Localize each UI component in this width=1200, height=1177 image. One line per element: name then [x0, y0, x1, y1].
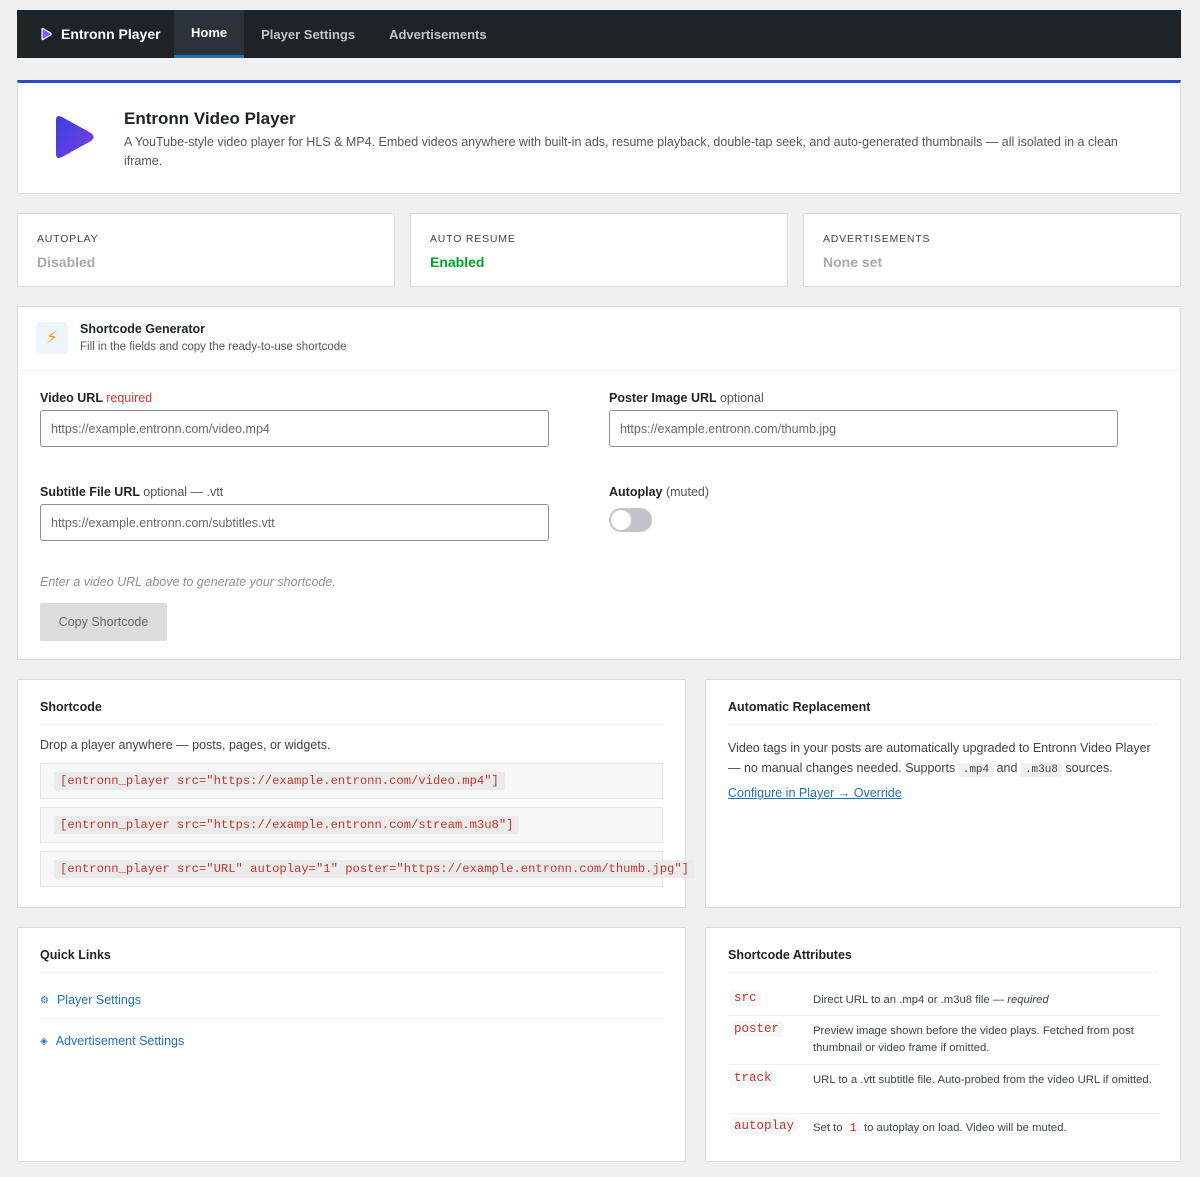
attribute-desc-text: to autoplay on load. Video will be muted…	[860, 1122, 1067, 1134]
shortcode-title: Shortcode	[40, 700, 102, 714]
video-url-input[interactable]	[40, 410, 549, 447]
subtitle-url-input[interactable]	[40, 504, 549, 541]
shortcode-example[interactable]: [entronn_player src="https://example.ent…	[40, 763, 663, 799]
play-logo-icon	[56, 116, 94, 158]
replacement-title: Automatic Replacement	[728, 700, 871, 714]
page-title: Entronn Video Player	[124, 109, 296, 128]
hero-card: Entronn Video Player A YouTube-style vid…	[17, 80, 1181, 194]
tab-home[interactable]: Home	[174, 10, 245, 58]
brand[interactable]: Entronn Player	[17, 10, 174, 58]
attribute-desc-text: Direct URL to an .mp4 or .m3u8 file —	[813, 994, 1008, 1006]
generator-header: ⚡ Shortcode Generator Fill in the fields…	[18, 307, 1180, 371]
quick-links-card: Quick Links ⚙ Player Settings ◈ Advertis…	[17, 927, 686, 1162]
attribute-name: track	[730, 1070, 776, 1086]
stat-advertisements: ADVERTISEMENTS None set	[803, 213, 1181, 287]
toggle-knob	[611, 510, 631, 530]
attribute-row: autoplay Set to 1 to autoplay on load. V…	[728, 1116, 1160, 1144]
stat-value: None set	[823, 254, 883, 270]
poster-url-input[interactable]	[609, 410, 1118, 447]
video-url-label-text: Video URL	[40, 391, 103, 405]
shortcode-example[interactable]: [entronn_player src="https://example.ent…	[40, 807, 663, 843]
copy-shortcode-button[interactable]: Copy Shortcode	[40, 603, 167, 641]
stat-value: Enabled	[430, 254, 485, 270]
attribute-name: poster	[730, 1021, 784, 1037]
replacement-text-part: sources.	[1061, 761, 1113, 775]
page-description: A YouTube-style video player for HLS & M…	[124, 135, 1118, 168]
shortcode-code: [entronn_player src="https://example.ent…	[54, 816, 520, 834]
quick-links-title: Quick Links	[40, 948, 111, 962]
brand-name: Entronn Player	[61, 26, 161, 42]
autoplay-label: Autoplay (muted)	[609, 485, 709, 499]
optional-note: optional	[719, 391, 764, 405]
attribute-row: poster Preview image shown before the vi…	[728, 1019, 1160, 1065]
poster-url-label: Poster Image URL optional	[609, 391, 764, 405]
shortcode-code: [entronn_player src="https://example.ent…	[54, 772, 505, 790]
tab-advertisements-label: Advertisements	[389, 26, 487, 42]
divider	[728, 972, 1158, 973]
shortcode-description: Drop a player anywhere — posts, pages, o…	[40, 738, 331, 752]
quick-link-player-settings[interactable]: ⚙ Player Settings	[40, 993, 141, 1007]
optional-note: optional — .vtt	[143, 485, 224, 499]
generator-hint: Enter a video URL above to generate your…	[40, 575, 336, 589]
shortcode-example[interactable]: [entronn_player src="URL" autoplay="1" p…	[40, 851, 695, 887]
muted-note: (muted)	[665, 485, 710, 499]
autoplay-toggle[interactable]	[609, 508, 652, 532]
quick-link-label: Advertisement Settings	[55, 1034, 185, 1048]
quick-link-advertisement-settings[interactable]: ◈ Advertisement Settings	[40, 1034, 184, 1048]
stat-label: ADVERTISEMENTS	[823, 233, 931, 245]
stat-label: AUTOPLAY	[37, 233, 99, 245]
attribute-name: src	[730, 990, 761, 1006]
divider	[40, 724, 663, 725]
divider	[40, 1018, 663, 1019]
configure-override-link[interactable]: Configure in Player → Override	[728, 786, 902, 800]
shortcode-code: [entronn_player src="URL" autoplay="1" p…	[54, 860, 695, 878]
shortcode-generator: ⚡ Shortcode Generator Fill in the fields…	[17, 306, 1181, 660]
attribute-description: Preview image shown before the video pla…	[813, 1025, 1134, 1054]
mp4-ext: .mp4	[958, 763, 994, 777]
attribute-description: Set to 1 to autoplay on load. Video will…	[813, 1120, 1160, 1137]
subtitle-url-label: Subtitle File URL optional — .vtt	[40, 485, 223, 499]
replacement-text-part: and	[993, 761, 1021, 775]
stat-autoplay: AUTOPLAY Disabled	[17, 213, 395, 287]
stat-value: Disabled	[37, 254, 96, 270]
m3u8-ext: .m3u8	[1020, 763, 1062, 777]
attribute-desc-code: 1	[845, 1121, 861, 1135]
tab-player-settings[interactable]: Player Settings	[244, 10, 372, 58]
divider	[728, 724, 1158, 725]
gear-icon: ⚙	[40, 994, 49, 1006]
attribute-desc-text: Set to	[813, 1122, 846, 1134]
subtitle-url-label-text: Subtitle File URL	[40, 485, 140, 499]
generator-title: Shortcode Generator	[80, 322, 206, 336]
quick-link-label: Player Settings	[56, 993, 142, 1007]
attribute-description: Direct URL to an .mp4 or .m3u8 file — re…	[813, 992, 1160, 1009]
autoplay-label-text: Autoplay	[609, 485, 663, 499]
attribute-description: URL to a .vtt subtitle file. Auto-probed…	[813, 1074, 1152, 1086]
poster-url-label-text: Poster Image URL	[609, 391, 717, 405]
attribute-row: track URL to a .vtt subtitle file. Auto-…	[728, 1068, 1160, 1114]
attribute-row: src Direct URL to an .mp4 or .m3u8 file …	[728, 988, 1160, 1016]
play-logo-icon	[41, 27, 52, 41]
lightning-icon: ⚡	[36, 322, 68, 354]
generator-subtitle: Fill in the fields and copy the ready-to…	[80, 341, 347, 353]
tab-player-settings-label: Player Settings	[261, 26, 356, 42]
automatic-replacement-card: Automatic Replacement Video tags in your…	[705, 679, 1181, 908]
attribute-desc-emphasis: required	[1007, 994, 1049, 1006]
divider	[40, 972, 663, 973]
attributes-title: Shortcode Attributes	[728, 948, 852, 962]
required-note: required	[106, 391, 153, 405]
stat-label: AUTO RESUME	[430, 233, 516, 245]
tab-home-label: Home	[191, 25, 228, 40]
tab-advertisements[interactable]: Advertisements	[372, 10, 504, 58]
top-nav-bar: Entronn Player Home Player Settings Adve…	[17, 10, 1181, 58]
stat-auto-resume: AUTO RESUME Enabled	[410, 213, 788, 287]
replacement-text: Video tags in your posts are automatical…	[728, 738, 1160, 780]
diamond-icon: ◈	[40, 1035, 48, 1047]
video-url-label: Video URL required	[40, 391, 152, 405]
attribute-name: autoplay	[730, 1118, 799, 1134]
shortcode-attributes-card: Shortcode Attributes src Direct URL to a…	[705, 927, 1181, 1162]
shortcode-card: Shortcode Drop a player anywhere — posts…	[17, 679, 695, 908]
